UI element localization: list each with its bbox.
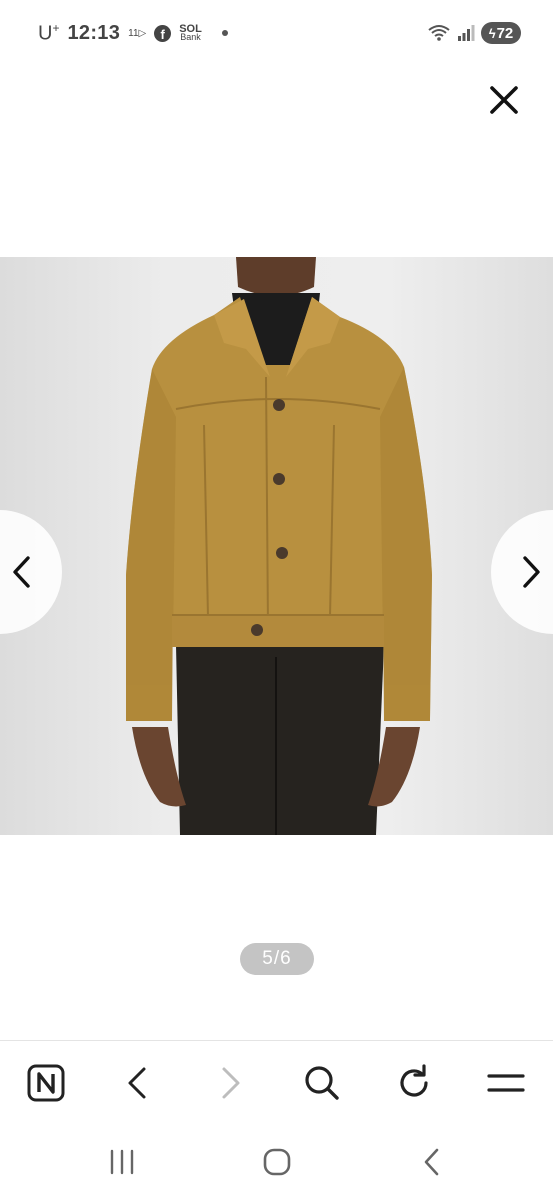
system-back-icon <box>424 1148 439 1176</box>
close-icon <box>490 86 518 114</box>
menu-icon <box>487 1074 525 1092</box>
status-right: ϟ 72 <box>427 20 521 46</box>
carrier-label: U+ <box>38 20 60 45</box>
reload-icon <box>400 1064 428 1097</box>
wifi-icon <box>428 25 450 41</box>
image-counter: 5/6 <box>240 943 314 975</box>
forward-icon <box>222 1067 240 1099</box>
forward-button[interactable] <box>208 1061 252 1105</box>
back-icon <box>128 1067 146 1099</box>
signal-icon <box>458 25 475 41</box>
app-notification-icon: 11▷ <box>128 27 147 39</box>
chevron-left-icon <box>13 556 30 588</box>
clock: 12:13 <box>67 21 121 44</box>
browser-toolbar <box>0 1040 553 1124</box>
search-button[interactable] <box>300 1061 344 1105</box>
charging-icon: ϟ <box>488 25 496 41</box>
naver-home-button[interactable] <box>24 1061 68 1105</box>
battery-indicator: ϟ 72 <box>481 22 521 44</box>
close-button[interactable] <box>484 80 524 120</box>
home-button[interactable] <box>257 1142 297 1182</box>
status-left: U+ 12:13 11▷ f SOL Bank <box>38 20 228 46</box>
menu-button[interactable] <box>484 1061 528 1105</box>
notification-dot-icon <box>221 30 228 36</box>
jacket-photo <box>126 257 432 835</box>
naver-n-icon <box>27 1064 65 1102</box>
search-icon <box>305 1066 339 1100</box>
facebook-icon: f <box>154 24 172 42</box>
status-bar: U+ 12:13 11▷ f SOL Bank ϟ 72 <box>0 0 553 66</box>
reload-button[interactable] <box>392 1061 436 1105</box>
recent-apps-icon <box>110 1149 134 1175</box>
system-back-button[interactable] <box>412 1142 452 1182</box>
chevron-right-icon <box>523 556 540 588</box>
recent-apps-button[interactable] <box>102 1142 142 1182</box>
home-icon <box>263 1148 291 1176</box>
system-navigation-bar <box>0 1124 553 1200</box>
product-photo[interactable] <box>0 257 553 835</box>
sol-bank-icon: SOL Bank <box>179 23 202 42</box>
back-button[interactable] <box>116 1061 160 1105</box>
